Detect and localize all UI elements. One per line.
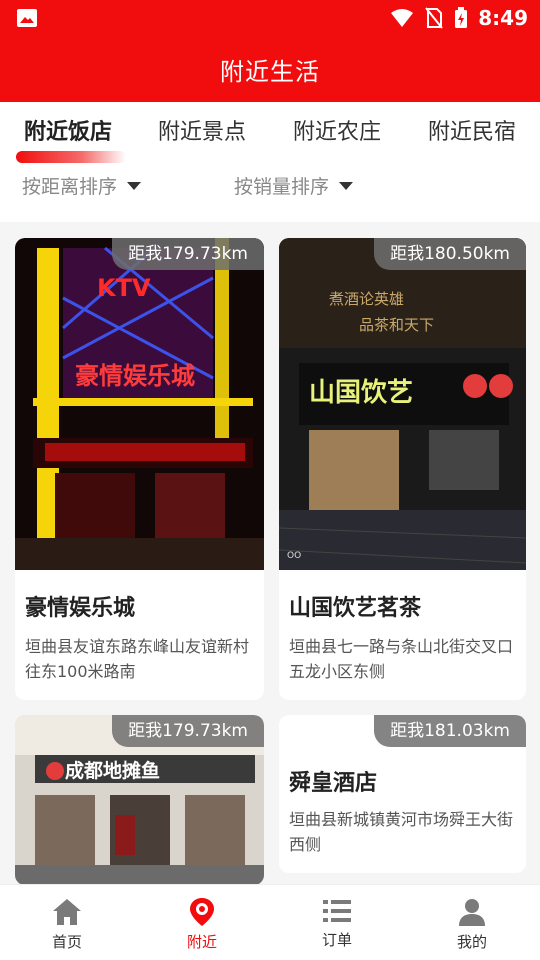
nav-nearby-label: 附近 xyxy=(186,933,217,951)
nav-orders[interactable]: 订单 xyxy=(287,897,387,950)
svg-text:品茶和天下: 品茶和天下 xyxy=(359,316,434,334)
tab-nearby-farms[interactable]: 附近农庄 xyxy=(293,114,381,146)
shop-name: 山国饮艺茗茶 xyxy=(289,596,422,621)
sort-by-distance-button[interactable]: 按距离排序 xyxy=(22,172,142,199)
shop-address: 垣曲县七一路与条山北街交叉口五龙小区东侧 xyxy=(289,637,514,681)
caret-down-icon xyxy=(339,181,354,190)
nav-home[interactable]: 首页 xyxy=(17,897,117,952)
shop-name: 豪情娱乐城 xyxy=(25,596,136,621)
page-title: 附近生活 xyxy=(220,57,320,86)
shop-name: 舜皇酒店 xyxy=(289,771,378,796)
sort-by-sales-label: 按销量排序 xyxy=(234,176,330,198)
svg-text:山国饮艺: 山国饮艺 xyxy=(309,378,413,408)
sort-by-distance-label: 按距离排序 xyxy=(22,176,118,198)
active-tab-indicator xyxy=(16,151,126,163)
wifi-icon xyxy=(391,9,414,27)
shop-card[interactable]: KTV 豪情娱乐城 距我179.73km 豪情娱乐城 垣曲县友谊东路东峰山友谊新… xyxy=(15,238,264,700)
shop-card[interactable]: 煮酒论英雄 品茶和天下 山国饮艺 OO 距我180.50km 山国饮艺茗茶 垣曲… xyxy=(279,238,526,700)
tab-nearby-attractions[interactable]: 附近景点 xyxy=(158,114,246,146)
title-bar: 附近生活 xyxy=(0,36,540,102)
shop-card[interactable]: 距我181.03km 舜皇酒店 垣曲县新城镇黄河市场舜王大街西侧 xyxy=(279,715,526,873)
nav-nearby[interactable]: 附近 xyxy=(152,897,252,952)
svg-text:豪情娱乐城: 豪情娱乐城 xyxy=(75,362,195,390)
list-icon xyxy=(323,900,351,922)
shop-address: 垣曲县友谊东路东峰山友谊新村往东100米路南 xyxy=(25,637,250,681)
tab-nearby-homestays[interactable]: 附近民宿 xyxy=(428,114,516,146)
shop-photo: 煮酒论英雄 品茶和天下 山国饮艺 OO 距我180.50km xyxy=(279,238,526,570)
nav-orders-label: 订单 xyxy=(321,931,352,949)
no-sim-icon xyxy=(425,7,444,29)
status-bar: 8:49 xyxy=(0,0,540,36)
nav-profile[interactable]: 我的 xyxy=(422,897,522,952)
category-tabs-area: 附近饭店 附近景点 附近农庄 附近民宿 按距离排序 按销量排序 xyxy=(0,102,540,222)
home-icon xyxy=(53,899,81,925)
shop-card[interactable]: 成都地摊鱼 距我179.73km xyxy=(15,715,264,885)
distance-badge: 距我179.73km xyxy=(112,238,264,270)
battery-charging-icon xyxy=(455,7,468,28)
svg-text:成都地摊鱼: 成都地摊鱼 xyxy=(65,759,160,782)
shop-address: 垣曲县新城镇黄河市场舜王大街西侧 xyxy=(289,810,514,854)
location-pin-icon xyxy=(190,898,214,926)
sort-by-sales-button[interactable]: 按销量排序 xyxy=(234,172,354,199)
user-icon xyxy=(459,899,485,926)
bottom-nav: 首页 附近 订单 我的 xyxy=(0,884,540,960)
svg-text:KTV: KTV xyxy=(97,274,151,302)
tab-nearby-restaurants[interactable]: 附近饭店 xyxy=(24,114,112,146)
distance-badge: 距我181.03km xyxy=(374,715,526,747)
shop-photo: KTV 豪情娱乐城 距我179.73km xyxy=(15,238,264,570)
caret-down-icon xyxy=(127,181,142,190)
category-tabs: 附近饭店 附近景点 附近农庄 附近民宿 xyxy=(0,114,540,163)
svg-text:煮酒论英雄: 煮酒论英雄 xyxy=(329,290,404,308)
nav-home-label: 首页 xyxy=(51,933,82,951)
image-icon xyxy=(17,9,37,27)
distance-badge: 距我179.73km xyxy=(112,715,264,747)
status-time: 8:49 xyxy=(478,6,528,30)
shop-photo: 成都地摊鱼 距我179.73km xyxy=(15,715,264,885)
distance-badge: 距我180.50km xyxy=(374,238,526,270)
nav-profile-label: 我的 xyxy=(456,933,487,951)
svg-text:OO: OO xyxy=(287,551,301,561)
